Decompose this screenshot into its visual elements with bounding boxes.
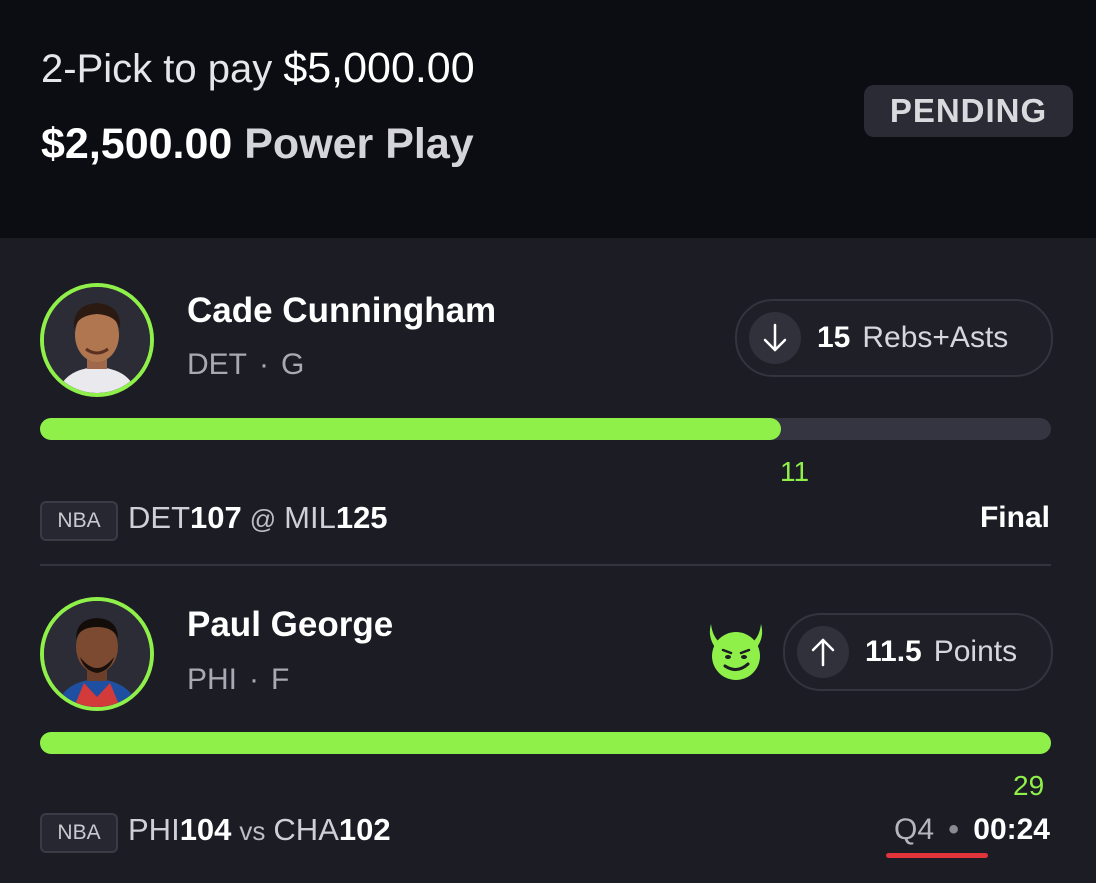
live-indicator-underline (886, 853, 988, 858)
away-score: 107 (190, 500, 242, 535)
status-badge: PENDING (864, 85, 1073, 137)
game-period: Q4 (894, 813, 935, 846)
game-connector: @ (249, 504, 277, 534)
current-stat-value: 29 (1013, 770, 1045, 801)
meta-separator: · (249, 663, 260, 696)
player-team-position: PHI · F (187, 663, 289, 697)
current-stat-value: 11 (780, 456, 810, 487)
meta-separator: · (259, 348, 269, 381)
game-connector: vs (239, 816, 266, 846)
away-score: 102 (338, 812, 391, 847)
home-team: PHI (128, 812, 180, 847)
clock-separator: • (948, 813, 959, 846)
arrow-up-icon (797, 626, 849, 678)
player-avatar[interactable] (40, 283, 154, 397)
projection-pill[interactable]: 11.5 Points (783, 613, 1053, 691)
line-value: 15 (817, 321, 851, 354)
game-score-line: DET107 @ MIL125 (128, 500, 388, 536)
player-avatar[interactable] (40, 597, 154, 711)
league-badge: NBA (40, 813, 118, 853)
stat-type: Rebs+Asts (862, 321, 1009, 354)
away-team: CHA (273, 812, 339, 847)
home-team: MIL (284, 500, 336, 535)
payout-amount: $5,000.00 (283, 44, 475, 92)
game-score-line: PHI104 vs CHA102 (128, 812, 391, 848)
player-name: Cade Cunningham (187, 291, 497, 330)
projection-pill[interactable]: 15 Rebs+Asts (735, 299, 1053, 377)
game-time: 00:24 (973, 813, 1050, 846)
arrow-down-icon (749, 312, 801, 364)
league-badge: NBA (40, 501, 118, 541)
game-status: Final (979, 501, 1050, 534)
stat-type: Points (933, 635, 1018, 668)
progress-bar (40, 418, 1051, 440)
home-score: 104 (179, 812, 232, 847)
smiling-devil-icon (709, 624, 763, 680)
player-headshot-icon (44, 601, 150, 707)
entry-payout-line: 2-Pick to pay $5,000.00 (41, 42, 475, 95)
progress-bar-fill (40, 418, 782, 440)
entry-amount: $2,500.00 (41, 120, 233, 168)
player-name: Paul George (187, 605, 394, 644)
pick-count-text: 2-Pick to pay (41, 47, 273, 91)
away-team: DET (128, 500, 190, 535)
game-clock: Q4 • 00:24 (894, 813, 1050, 847)
player-headshot-icon (44, 287, 150, 393)
home-score: 125 (335, 500, 388, 535)
pick-divider (40, 564, 1051, 566)
player-position: F (271, 663, 290, 696)
entry-header: 2-Pick to pay $5,000.00 $2,500.00 Power … (0, 0, 1096, 238)
player-team: PHI (187, 663, 238, 696)
player-team: DET (187, 348, 247, 381)
progress-bar-fill (40, 732, 1051, 754)
progress-bar (40, 732, 1051, 754)
player-position: G (281, 348, 305, 381)
entry-amount-line: $2,500.00 Power Play (41, 116, 474, 172)
line-value: 11.5 (865, 635, 922, 668)
player-team-position: DET · G (187, 348, 304, 382)
entry-type-label: Power Play (244, 120, 474, 168)
